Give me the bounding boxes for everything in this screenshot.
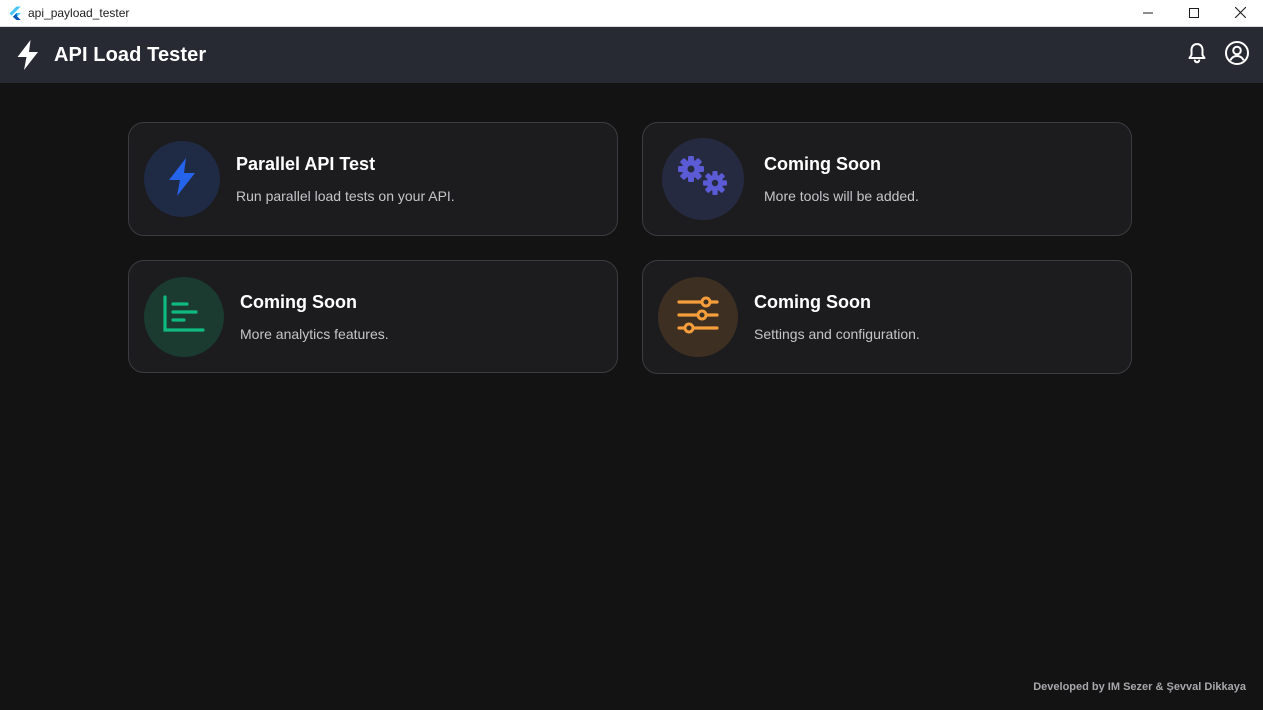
window-title: api_payload_tester bbox=[28, 6, 130, 20]
card-title: Parallel API Test bbox=[236, 154, 376, 174]
account-icon bbox=[1224, 40, 1250, 71]
app-bar: API Load Tester bbox=[0, 27, 1263, 83]
flutter-icon bbox=[8, 6, 22, 20]
card-icon-circle bbox=[658, 277, 738, 357]
card-title: Coming Soon bbox=[754, 292, 871, 312]
app-title: API Load Tester bbox=[54, 43, 207, 66]
dashboard: Parallel API Test Run parallel load test… bbox=[0, 83, 1263, 710]
maximize-icon bbox=[1189, 5, 1199, 23]
minimize-icon bbox=[1143, 5, 1153, 23]
card-title: Coming Soon bbox=[764, 154, 881, 174]
card-icon-circle bbox=[662, 138, 744, 220]
account-button[interactable] bbox=[1219, 37, 1255, 73]
card-title: Coming Soon bbox=[240, 291, 357, 312]
app-bar-actions bbox=[1175, 27, 1255, 83]
sliders-icon bbox=[676, 295, 720, 340]
close-icon bbox=[1234, 5, 1246, 23]
card-icon-circle bbox=[144, 276, 224, 357]
gears-icon bbox=[677, 155, 729, 204]
coming-soon-settings-card[interactable]: Coming Soon Settings and configuration. bbox=[642, 260, 1132, 374]
card-description: More tools will be added. bbox=[764, 188, 919, 204]
analytics-icon bbox=[162, 295, 206, 338]
coming-soon-analytics-card[interactable]: Coming Soon More analytics features. bbox=[128, 260, 618, 373]
card-icon-circle bbox=[144, 141, 220, 217]
maximize-button[interactable] bbox=[1171, 0, 1217, 27]
footer-credits: Developed by IM Sezer & Şevval Dikkaya bbox=[1033, 681, 1246, 693]
close-button[interactable] bbox=[1217, 0, 1263, 27]
card-description: Settings and configuration. bbox=[754, 326, 920, 342]
card-description: More analytics features. bbox=[240, 325, 389, 342]
parallel-api-test-card[interactable]: Parallel API Test Run parallel load test… bbox=[128, 122, 618, 236]
minimize-button[interactable] bbox=[1125, 0, 1171, 27]
bolt-icon bbox=[14, 39, 42, 71]
card-description: Run parallel load tests on your API. bbox=[236, 188, 455, 204]
bolt-icon bbox=[165, 157, 199, 202]
notifications-button[interactable] bbox=[1179, 37, 1215, 73]
window-titlebar: api_payload_tester bbox=[0, 0, 1263, 27]
window-controls bbox=[1125, 0, 1263, 27]
coming-soon-tools-card[interactable]: Coming Soon More tools will be added. bbox=[642, 122, 1132, 236]
bell-icon bbox=[1185, 41, 1209, 70]
